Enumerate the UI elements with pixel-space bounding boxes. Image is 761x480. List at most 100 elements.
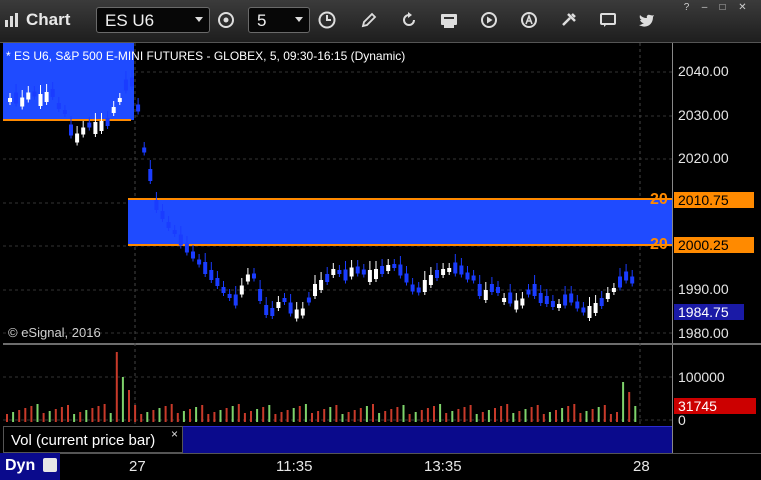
volume-bar xyxy=(573,404,576,422)
volume-bar xyxy=(585,411,588,422)
candle-body xyxy=(489,284,494,292)
volume-bar xyxy=(6,414,8,422)
candle-body xyxy=(105,118,110,126)
volume-bar xyxy=(463,407,466,422)
candle-body xyxy=(496,287,500,293)
volume-bar xyxy=(445,413,448,422)
candle-body xyxy=(331,269,336,275)
candle-body xyxy=(123,79,128,91)
candle-body xyxy=(447,268,452,272)
candle-body xyxy=(550,301,555,307)
volume-bar xyxy=(24,408,27,422)
volume-bar xyxy=(579,413,582,422)
volume-bar xyxy=(317,411,320,422)
candle-body xyxy=(136,104,141,112)
volume-bar xyxy=(323,409,326,422)
volume-bar xyxy=(73,414,76,422)
candle-body xyxy=(453,262,458,274)
volume-bar xyxy=(97,406,100,422)
volume-bar xyxy=(329,407,332,422)
volume-bar xyxy=(292,408,295,422)
candle-body xyxy=(203,262,208,274)
candle-body xyxy=(319,280,324,290)
volume-bar xyxy=(134,405,137,422)
price-tick: 2040.00 xyxy=(678,63,729,79)
volume-bar xyxy=(530,407,533,422)
volume-bar xyxy=(341,414,344,422)
candle-body xyxy=(191,251,195,259)
candle-body xyxy=(75,133,80,143)
volume-bar xyxy=(128,390,130,422)
candle-body xyxy=(62,110,67,114)
volume-bar xyxy=(121,377,124,422)
candle-body xyxy=(258,289,263,301)
candle-body xyxy=(8,98,12,102)
volume-bar xyxy=(396,407,399,422)
candle-body xyxy=(221,287,226,293)
candle-body xyxy=(392,264,397,268)
candle-body xyxy=(233,294,238,306)
candle-body xyxy=(483,290,488,300)
candle-body xyxy=(416,287,421,293)
highlight-zone xyxy=(128,199,672,245)
time-tick: 13:35 xyxy=(424,458,462,475)
volume-bar xyxy=(158,408,161,422)
candle-body xyxy=(300,308,305,316)
volume-study-label[interactable]: Vol (current price bar) × xyxy=(3,426,183,453)
volume-bar xyxy=(262,407,265,422)
candle-body xyxy=(355,266,360,274)
price-tick: 2030.00 xyxy=(678,107,729,123)
volume-bar xyxy=(481,412,484,422)
close-icon[interactable]: × xyxy=(171,427,178,441)
candle-body xyxy=(611,288,616,292)
candle-body xyxy=(197,259,202,265)
candle-body xyxy=(544,296,549,304)
upper-level-label: 20 xyxy=(650,191,668,208)
candle-body xyxy=(380,266,385,274)
candle-body xyxy=(325,274,330,282)
volume-bar xyxy=(195,407,198,422)
candle-body xyxy=(160,211,165,219)
volume-bar xyxy=(274,414,277,422)
candle-body xyxy=(459,265,464,275)
volume-bar xyxy=(207,414,210,422)
volume-bar xyxy=(469,405,472,422)
chart-title: * ES U6, S&P 500 E-MINI FUTURES - GLOBEX… xyxy=(6,49,406,63)
volume-bar xyxy=(48,411,51,422)
volume-bar xyxy=(494,408,496,422)
volume-bar xyxy=(85,410,88,422)
candle-body xyxy=(569,293,574,303)
volume-bar xyxy=(420,410,423,422)
volume-bar xyxy=(67,405,69,422)
candle-body xyxy=(441,269,446,275)
candle-body xyxy=(398,264,403,276)
volume-bar xyxy=(280,412,283,422)
candle-body xyxy=(20,97,25,107)
volume-bar xyxy=(115,352,118,422)
candle-body xyxy=(264,305,269,315)
volume-bar xyxy=(426,408,429,422)
volume-study-bar xyxy=(183,426,672,453)
candle-body xyxy=(148,169,153,181)
candle-body xyxy=(337,270,342,274)
volume-bar xyxy=(298,406,301,422)
volume-bar xyxy=(353,410,356,422)
interval-mode-button[interactable]: Dyn xyxy=(0,453,60,480)
candle-body xyxy=(605,293,610,299)
candle-body xyxy=(93,122,98,134)
volume-bar xyxy=(408,414,411,422)
candle-body xyxy=(581,307,586,313)
candle-body xyxy=(630,276,635,284)
candle-body xyxy=(99,121,104,131)
volume-bar xyxy=(597,407,600,422)
candle-body xyxy=(538,293,543,303)
lock-icon[interactable] xyxy=(43,458,57,472)
volume-bar xyxy=(170,404,173,422)
volume-bar xyxy=(487,410,490,422)
candle-body xyxy=(282,298,287,302)
candle-body xyxy=(239,285,244,295)
volume-bar xyxy=(286,410,289,422)
volume-bar xyxy=(268,405,271,422)
candle-body xyxy=(38,94,43,106)
volume-tick: 100000 xyxy=(678,369,725,385)
